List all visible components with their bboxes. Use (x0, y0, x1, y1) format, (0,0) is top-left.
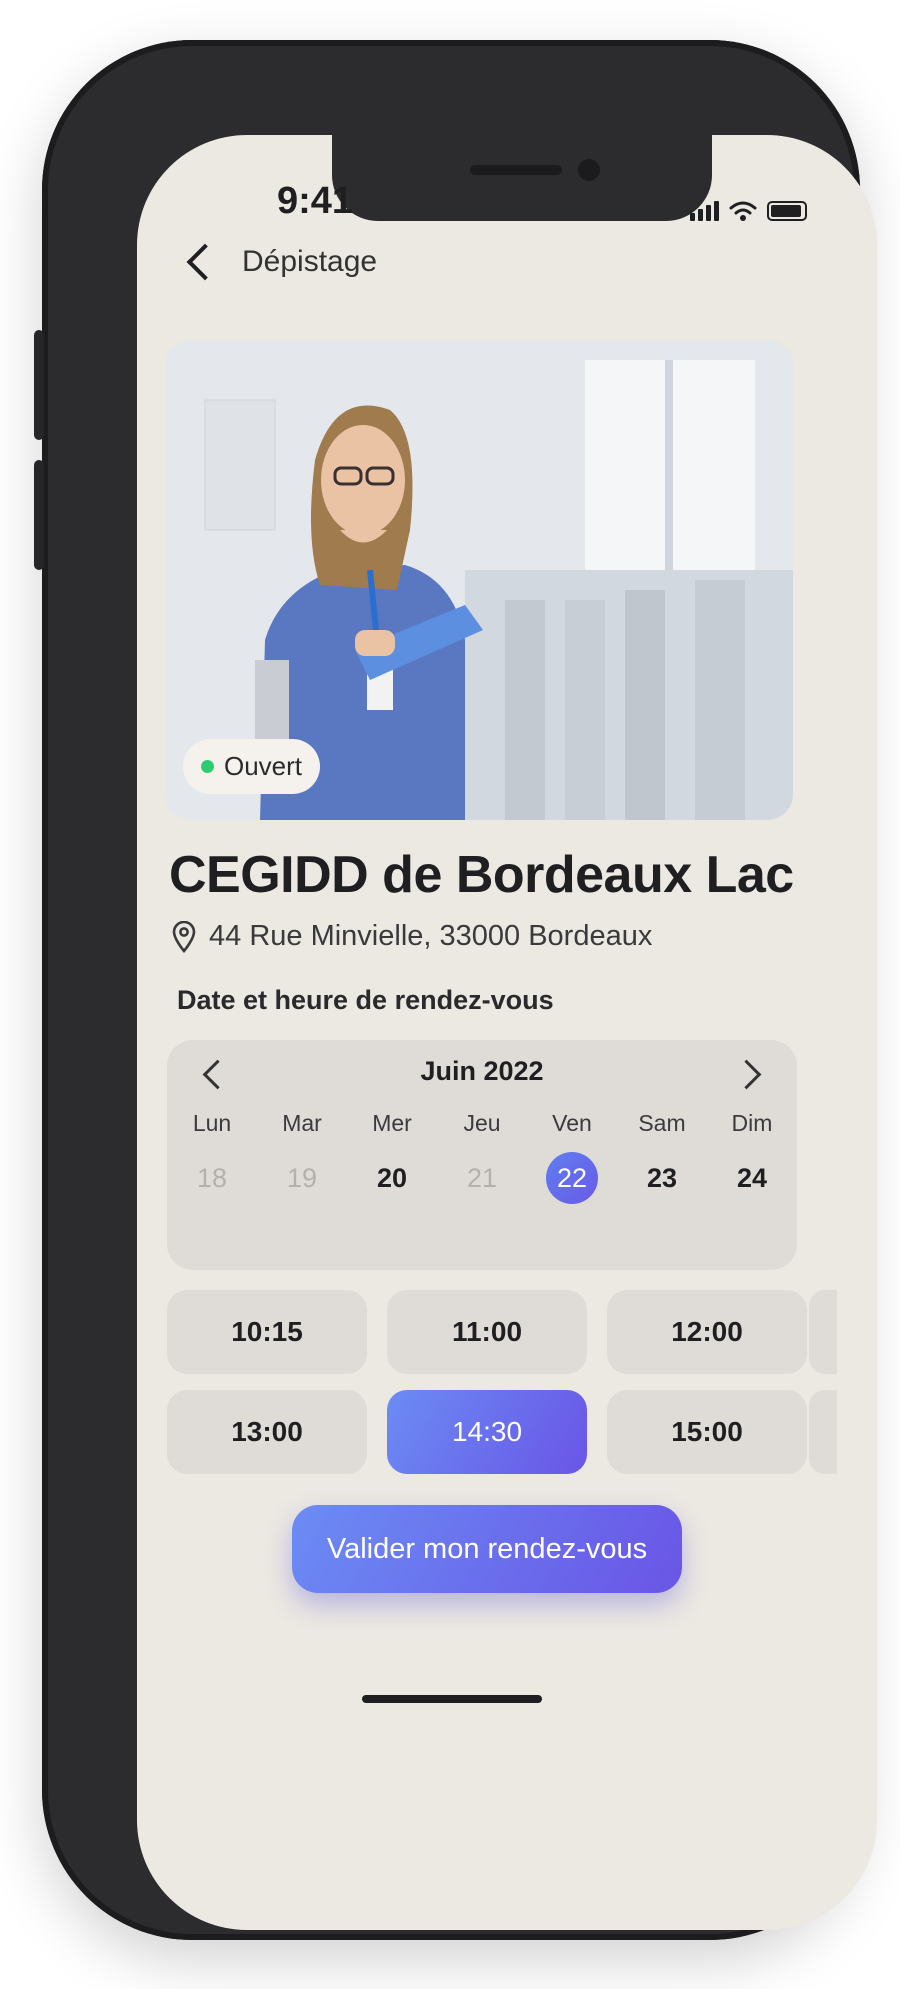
time-slot-selected[interactable]: 14:30 (387, 1390, 587, 1474)
front-camera (578, 159, 600, 181)
back-arrow-icon[interactable] (186, 243, 224, 281)
nav-title: Dépistage (242, 245, 378, 278)
battery-icon (767, 201, 807, 221)
weekday-label: Mer (372, 1110, 412, 1136)
app-screen: 9:41 Dépistage Ouvert CEGIDD de Bordeaux… (137, 135, 877, 1930)
date-21: 21 (466, 1163, 498, 1193)
calendar-month: Juin 2022 (420, 1056, 544, 1086)
appointment-label: Date et heure de rendez-vous (177, 985, 554, 1015)
location-pin-icon (172, 920, 196, 953)
date-20[interactable]: 20 (352, 1152, 432, 1204)
volume-up-button (34, 330, 44, 440)
status-badge-label: Ouvert (224, 751, 303, 781)
weekday-row: Lun Mar Mer Jeu Ven Sam Dim (167, 1110, 797, 1137)
time-slot[interactable]: 12:00 (607, 1290, 807, 1374)
time-slot-partial[interactable] (809, 1290, 837, 1374)
weekday-label: Jeu (463, 1110, 501, 1136)
home-indicator (362, 1695, 542, 1703)
volume-down-button (34, 460, 44, 570)
weekday-label: Sam (638, 1110, 686, 1136)
date-24[interactable]: 24 (712, 1152, 792, 1204)
status-time: 9:41 (277, 180, 354, 222)
weekday-label: Mar (282, 1110, 322, 1136)
weekday-label: Ven (552, 1110, 592, 1136)
time-slot[interactable]: 11:00 (387, 1290, 587, 1374)
time-slot[interactable]: 13:00 (167, 1390, 367, 1474)
weekday-label: Lun (192, 1110, 232, 1136)
date-19: 19 (286, 1163, 318, 1193)
date-picker: Juin 2022 Lun Mar Mer Jeu Ven Sam Dim 18… (167, 1040, 797, 1270)
wifi-icon (729, 201, 757, 221)
center-address: 44 Rue Minvielle, 33000 Bordeaux (171, 920, 652, 953)
notch (332, 135, 712, 221)
speaker (470, 165, 562, 175)
status-badge: Ouvert (183, 739, 321, 794)
date-23[interactable]: 23 (622, 1152, 702, 1204)
status-icons (690, 200, 807, 222)
center-name: CEGIDD de Bordeaux Lac (169, 846, 794, 904)
address-text: 44 Rue Minvielle, 33000 Bordeaux (209, 920, 653, 952)
date-row: 18 19 20 21 22 23 24 (167, 1152, 797, 1204)
weekday-label: Dim (731, 1110, 773, 1136)
time-slot-grid: 10:15 11:00 12:00 13:00 14:30 15:00 (167, 1290, 837, 1474)
time-slot-partial[interactable] (809, 1390, 837, 1474)
open-status-dot (201, 760, 214, 773)
time-slot[interactable]: 10:15 (167, 1290, 367, 1374)
top-nav: Dépistage (182, 243, 378, 281)
confirm-appointment-button[interactable]: Valider mon rendez-vous (292, 1505, 682, 1593)
phone-frame: 9:41 Dépistage Ouvert CEGIDD de Bordeaux… (34, 40, 877, 1940)
date-22-selected[interactable]: 22 (532, 1152, 612, 1204)
date-18: 18 (196, 1163, 228, 1193)
selected-date-label: 22 (546, 1152, 598, 1204)
signal-icon (690, 201, 719, 221)
center-photo: Ouvert (165, 340, 793, 820)
time-slot[interactable]: 15:00 (607, 1390, 807, 1474)
